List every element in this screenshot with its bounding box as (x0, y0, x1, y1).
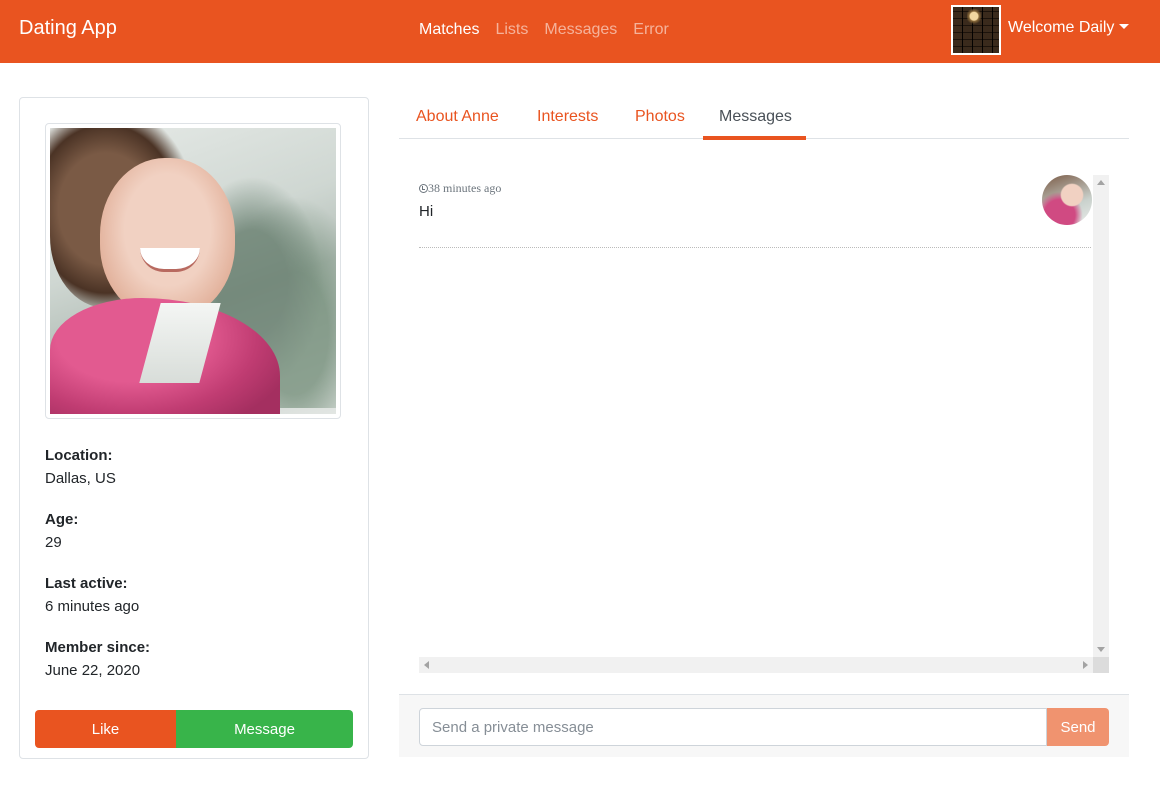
profile-tabs: About Anne Interests Photos Messages (399, 97, 1129, 140)
profile-card: Location: Dallas, US Age: 29 Last active… (19, 97, 369, 759)
horizontal-scrollbar[interactable] (419, 657, 1093, 673)
age-value: 29 (45, 534, 62, 551)
tab-about[interactable]: About Anne (416, 108, 499, 126)
message-text: Hi (419, 203, 434, 220)
scroll-right-arrow-icon[interactable] (1083, 661, 1088, 669)
scroll-up-arrow-icon[interactable] (1097, 180, 1105, 185)
message-sender-avatar (1042, 175, 1092, 225)
welcome-text: Welcome Daily (1008, 19, 1115, 36)
scrollbar-corner (1093, 657, 1109, 673)
caret-down-icon (1119, 24, 1130, 29)
scroll-down-arrow-icon[interactable] (1097, 647, 1105, 652)
last-active-value: 6 minutes ago (45, 598, 140, 615)
user-dropdown-toggle[interactable]: Welcome Daily (1008, 19, 1130, 37)
location-info: Location: Dallas, US (45, 447, 116, 487)
last-active-info: Last active: 6 minutes ago (45, 575, 139, 615)
user-avatar (951, 5, 1001, 55)
age-info: Age: 29 (45, 511, 78, 551)
last-active-label: Last active: (45, 575, 128, 592)
message-meta: 38 minutes ago (419, 181, 501, 196)
send-button[interactable]: Send (1047, 708, 1109, 746)
avatar-lamp-graphic (967, 9, 981, 33)
clock-icon (419, 184, 428, 193)
tab-messages[interactable]: Messages (719, 108, 792, 126)
member-since-label: Member since: (45, 639, 151, 656)
nav-link-error[interactable]: Error (633, 21, 669, 39)
brand-logo[interactable]: Dating App (19, 17, 117, 40)
message-time: 38 minutes ago (428, 181, 502, 195)
tab-photos[interactable]: Photos (635, 108, 685, 126)
nav-link-lists[interactable]: Lists (495, 21, 528, 39)
message-thread[interactable]: 38 minutes ago Hi (419, 175, 1109, 673)
message-composer: Send (399, 694, 1129, 757)
age-label: Age: (45, 511, 79, 528)
photo-face (100, 158, 235, 318)
nav-link-matches[interactable]: Matches (419, 21, 479, 39)
nav-links: Matches Lists Messages Error (419, 21, 669, 39)
scroll-left-arrow-icon[interactable] (424, 661, 429, 669)
profile-photo (50, 128, 336, 414)
message-item: 38 minutes ago Hi (419, 175, 1092, 248)
message-button[interactable]: Message (176, 710, 353, 748)
member-since-info: Member since: June 22, 2020 (45, 639, 150, 679)
navbar: Dating App Matches Lists Messages Error … (0, 0, 1160, 63)
member-since-value: June 22, 2020 (45, 662, 141, 679)
location-value: Dallas, US (45, 470, 116, 487)
location-label: Location: (45, 447, 113, 464)
nav-link-messages[interactable]: Messages (544, 21, 617, 39)
like-button[interactable]: Like (35, 710, 176, 748)
profile-action-buttons: Like Message (35, 710, 353, 748)
message-input[interactable] (419, 708, 1047, 746)
active-tab-indicator (703, 136, 806, 140)
vertical-scrollbar[interactable] (1093, 175, 1109, 657)
tab-interests[interactable]: Interests (537, 108, 598, 126)
profile-photo-frame (45, 123, 341, 419)
